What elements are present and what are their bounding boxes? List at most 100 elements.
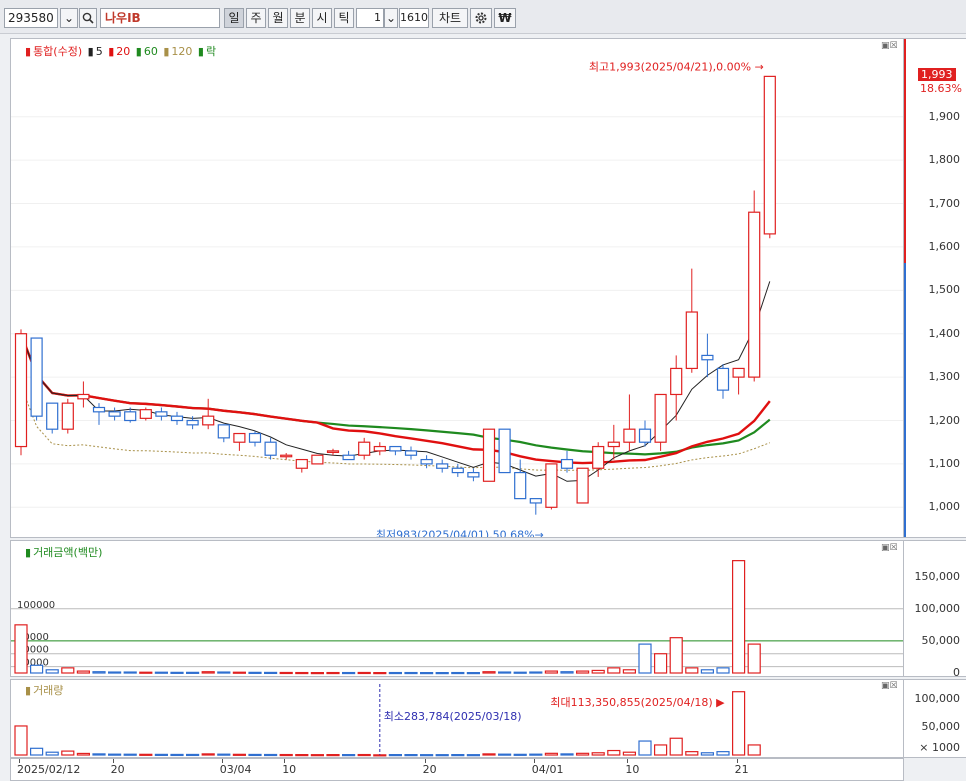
candle-body (202, 415, 215, 426)
amount-chart[interactable]: 100000500003000010000 (11, 541, 903, 676)
volume-bar (700, 752, 715, 756)
volume-bar (61, 750, 75, 756)
amount-bar (622, 669, 637, 674)
price-range-bar (904, 39, 906, 537)
candle-body (623, 428, 636, 443)
amount-bar (498, 671, 512, 674)
candle-body (326, 450, 340, 453)
volume-panel[interactable]: 최소283,784(2025/03/18) 최대113,350,855(2025/… (10, 679, 904, 758)
currency-button[interactable]: ₩ (494, 8, 516, 28)
amount-bar (92, 671, 106, 674)
max-volume-label: 최대113,350,855(2025/04/18) ▶ (550, 696, 725, 709)
panel-window-controls[interactable]: ▣☒ (881, 681, 898, 691)
amount-bar (575, 670, 590, 674)
period-tab-0[interactable]: 일 (224, 8, 244, 28)
min-volume-label: 최소283,784(2025/03/18) (384, 710, 522, 723)
volume-y-tick: 50,000 (921, 720, 961, 734)
volume-bar (498, 753, 512, 756)
period-tab-1[interactable]: 주 (246, 8, 266, 28)
amount-bar (638, 643, 652, 674)
amount-bar (404, 671, 418, 675)
amount-bar (186, 671, 200, 674)
price-y-tick: 1,700 (928, 196, 961, 210)
x-axis-label: 20 (422, 763, 437, 776)
volume-bar (669, 737, 683, 756)
amount-bar (435, 672, 449, 675)
candle-body (61, 402, 74, 430)
volume-bar (716, 751, 730, 756)
amount-bar (700, 669, 715, 674)
period-tab-3[interactable]: 분 (290, 8, 310, 28)
search-button[interactable] (79, 8, 97, 28)
x-axis-label: 20 (110, 763, 125, 776)
volume-bar (310, 754, 324, 757)
candle-body (155, 411, 168, 417)
multiplier-dropdown[interactable]: ⌄ (384, 8, 398, 28)
amount-y-tick: 50,000 (921, 633, 961, 647)
amount-bar (420, 672, 434, 675)
volume-bar (76, 752, 91, 756)
volume-y-tick: 100,000 (914, 692, 961, 706)
amount-bar (685, 667, 699, 674)
volume-bar (420, 754, 434, 757)
volume-chart[interactable]: 최소283,784(2025/03/18) 최대113,350,855(2025/… (11, 680, 903, 757)
candle-body (732, 367, 745, 378)
candle-body (498, 428, 511, 474)
price-legend: ▮ 통합(수정) ▮ 5 ▮ 20 ▮ 60 ▮ 120 ▮ 락 (25, 45, 217, 58)
min-price-label: 최저983(2025/04/01),50.68%→ (376, 529, 544, 537)
candle-body (529, 498, 542, 504)
candle-body (592, 445, 605, 469)
candle-body (14, 333, 28, 448)
volume-bar (560, 753, 574, 756)
period-tab-4[interactable]: 시 (312, 8, 332, 28)
volume-bar (342, 754, 356, 757)
settings-button[interactable] (470, 8, 492, 28)
max-price-label: 최고1,993(2025/04/21),0.00% → (589, 60, 764, 73)
amount-bar (326, 671, 340, 675)
candle-body (373, 445, 386, 452)
candle-body (545, 463, 558, 508)
x-axis-label: 04/01 (531, 763, 564, 776)
price-panel[interactable]: 최고1,993(2025/04/21),0.00% → 최저983(2025/04… (10, 38, 904, 538)
candle-body (46, 402, 59, 430)
amount-bar (310, 672, 324, 675)
count-input[interactable]: 1610 (399, 8, 429, 28)
candle-body (264, 441, 277, 456)
volume-bar (653, 744, 668, 756)
amount-legend: ▮ 거래금액(백만) (25, 546, 103, 559)
volume-bar (622, 751, 637, 756)
amount-bar (342, 671, 356, 675)
amount-y-tick: 0 (953, 666, 960, 679)
chart-button[interactable]: 차트 (432, 8, 468, 28)
x-axis-label: 03/04 (219, 763, 252, 776)
code-dropdown-button[interactable]: ⌄ (60, 8, 78, 28)
candle-body (30, 337, 43, 417)
stock-code-input[interactable]: 293580 (4, 8, 58, 28)
volume-bar (201, 753, 215, 756)
panel-window-controls[interactable]: ▣☒ (881, 543, 898, 553)
volume-bar (92, 753, 106, 756)
amount-bar (544, 670, 559, 674)
multiplier-input[interactable]: 1 (356, 8, 384, 28)
candlestick-chart[interactable]: 최고1,993(2025/04/21),0.00% → 최저983(2025/04… (11, 39, 903, 537)
volume-bar (513, 753, 527, 756)
volume-legend: ▮ 거래량 (25, 684, 64, 697)
volume-bar (451, 754, 465, 757)
volume-bar (295, 754, 309, 757)
amount-bar (747, 643, 761, 674)
period-tab-5[interactable]: 틱 (334, 8, 354, 28)
volume-bar (170, 753, 184, 757)
x-axis: 2025/02/12 20 03/04 10 20 04/01 10 21 (10, 758, 904, 781)
amount-panel[interactable]: 100000 50000 30000 10000 ▮ 거래금액(백만) ▣☒ (10, 540, 904, 677)
volume-bar (139, 753, 153, 756)
amount-bar (248, 671, 262, 674)
amount-ref-label: 100000 (17, 600, 55, 611)
won-icon: ₩ (498, 11, 512, 25)
stock-name-field[interactable]: 나우IB (100, 8, 220, 28)
candle-body (108, 411, 121, 417)
volume-bar (264, 753, 278, 757)
period-tab-2[interactable]: 월 (268, 8, 288, 28)
panel-window-controls[interactable]: ▣☒ (881, 41, 898, 51)
amount-bar (357, 671, 371, 675)
volume-y-axis: 100,000 50,000 × 1000 (904, 679, 966, 758)
